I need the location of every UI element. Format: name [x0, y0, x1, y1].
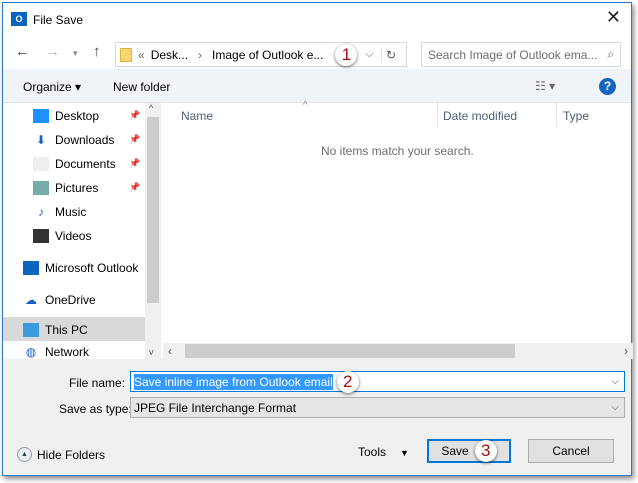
scroll-thumb[interactable]: [185, 344, 515, 358]
search-input[interactable]: Search Image of Outlook ema... ⌕: [421, 42, 621, 67]
file-name-label: File name:: [69, 376, 126, 390]
column-type[interactable]: Type: [563, 109, 589, 123]
sidebar-item-videos[interactable]: Videos: [33, 225, 91, 247]
file-save-dialog: O File Save ✕ ← → ▾ ↑ « Desk... › Image …: [2, 2, 633, 476]
sidebar-item-label: Microsoft Outlook: [45, 261, 139, 275]
pin-icon: 📌: [129, 182, 141, 192]
refresh-icon[interactable]: ↻: [381, 47, 396, 62]
sidebar-item-network[interactable]: ◍ Network: [23, 345, 89, 359]
save-as-type-select[interactable]: JPEG File Interchange Format ⌵: [130, 397, 625, 418]
pin-icon: 📌: [129, 158, 141, 168]
hide-folders-button[interactable]: ▲ Hide Folders: [17, 447, 105, 462]
sidebar-item-label: Videos: [55, 229, 92, 243]
pictures-icon: [33, 181, 49, 195]
bottom-panel: File name: Save inline image from Outloo…: [3, 359, 631, 475]
sidebar-item-documents[interactable]: Documents: [33, 153, 116, 175]
outlook-icon: O: [23, 261, 39, 275]
sidebar-item-this-pc[interactable]: This PC: [23, 319, 88, 341]
step-badge-3: 3: [474, 440, 497, 462]
videos-icon: [33, 229, 49, 243]
sidebar-item-label: Pictures: [55, 181, 99, 195]
sidebar-item-label: Downloads: [55, 133, 115, 147]
music-icon: ♪: [38, 205, 44, 219]
pc-icon: [23, 323, 39, 337]
search-icon: ⌕: [607, 47, 614, 61]
collapse-icon: ▲: [17, 447, 32, 462]
column-date-modified[interactable]: Date modified: [443, 109, 517, 123]
save-as-type-label: Save as type:: [59, 402, 132, 416]
step-badge-1: 1: [335, 43, 358, 66]
sidebar-item-label: This PC: [45, 323, 88, 337]
sidebar-item-label: Desktop: [55, 109, 100, 123]
help-icon[interactable]: ?: [599, 78, 616, 95]
sidebar-scrollbar[interactable]: ^ v: [145, 103, 161, 359]
breadcrumb-current[interactable]: Image of Outlook e...: [212, 48, 323, 62]
sidebar-item-music[interactable]: ♪ Music: [33, 201, 86, 223]
download-icon: ⬇: [35, 133, 47, 147]
scroll-thumb[interactable]: [147, 117, 159, 303]
chevron-down-icon[interactable]: ⌵: [365, 49, 373, 60]
sidebar-item-pictures[interactable]: Pictures: [33, 177, 98, 199]
desktop-icon: [33, 109, 49, 123]
sidebar-item-label: OneDrive: [45, 293, 96, 307]
step-badge-2: 2: [336, 370, 359, 393]
documents-icon: [33, 157, 49, 171]
sidebar-item-microsoft-outlook[interactable]: O Microsoft Outlook: [23, 257, 138, 279]
column-name[interactable]: Name: [181, 109, 213, 123]
network-icon: ◍: [25, 345, 37, 359]
sidebar-item-label: Documents: [55, 157, 116, 171]
address-bar[interactable]: « Desk... › Image of Outlook e... 1 ⌵ ↻: [115, 42, 407, 67]
onedrive-icon: ☁: [25, 293, 37, 307]
close-button[interactable]: ✕: [606, 7, 621, 28]
save-button[interactable]: Save 3: [427, 439, 511, 463]
sort-arrow-icon: ^: [303, 100, 308, 111]
cancel-button[interactable]: Cancel: [528, 439, 614, 463]
breadcrumb-desktop[interactable]: Desk...: [151, 48, 188, 62]
sidebar-item-label: Network: [45, 345, 90, 359]
sidebar-item-downloads[interactable]: ⬇ Downloads: [33, 129, 114, 151]
tools-button[interactable]: Tools ▼: [358, 445, 409, 459]
view-options-icon[interactable]: ☷ ▾: [535, 79, 555, 93]
empty-message: No items match your search.: [321, 144, 474, 158]
sidebar-item-label: Music: [55, 205, 87, 219]
sidebar-item-desktop[interactable]: Desktop: [33, 105, 99, 127]
pin-icon: 📌: [129, 134, 141, 144]
file-name-input[interactable]: Save inline image from Outlook email 2 ⌵: [130, 370, 625, 393]
horizontal-scrollbar[interactable]: ‹ ›: [163, 343, 633, 359]
pin-icon: 📌: [129, 110, 141, 120]
sidebar-item-onedrive[interactable]: ☁ OneDrive: [23, 289, 96, 311]
